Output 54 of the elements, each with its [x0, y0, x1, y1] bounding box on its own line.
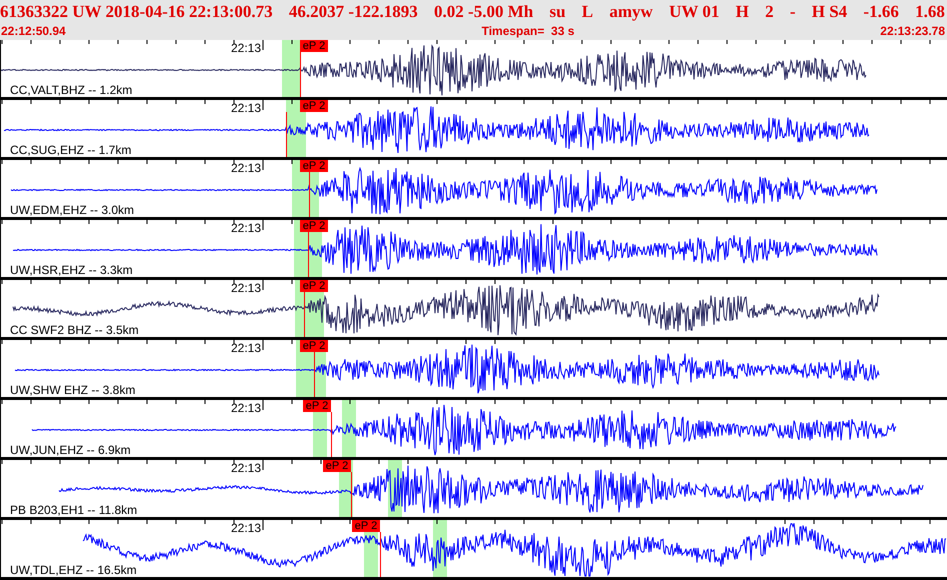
pick-window — [342, 400, 356, 457]
event-info-text: L — [582, 2, 594, 22]
time-label: 22:13 — [231, 101, 262, 115]
station-label: UW,SHW EHZ -- 3.8km — [10, 383, 136, 397]
event-info-text: su — [549, 2, 566, 22]
timespan-text: Timespan= 33 s — [482, 24, 574, 38]
pick-line — [351, 472, 352, 517]
time-label: 22:13 — [231, 461, 262, 475]
pick-label[interactable]: eP 2 — [352, 520, 380, 532]
event-info-text: -1.66 — [863, 2, 899, 22]
pick-line — [331, 412, 332, 457]
station-label: CC,VALT,BHZ -- 1.2km — [10, 83, 132, 97]
event-info-text: UW 01 — [669, 2, 720, 22]
time-label: 22:13 — [231, 281, 262, 295]
event-info-text: amyw — [609, 2, 653, 22]
station-label: UW,HSR,EHZ -- 3.3km — [10, 263, 133, 277]
time-label: 22:13 — [231, 41, 262, 55]
time-label: 22:13 — [231, 221, 262, 235]
event-info-text: H — [736, 2, 749, 22]
station-label: UW,TDL,EHZ -- 16.5km — [10, 563, 137, 577]
time-label: 22:13 — [231, 401, 262, 415]
event-info-text: 2 — [765, 2, 774, 22]
event-info-text: 1.68 — [915, 2, 945, 22]
end-time: 22:13:23.78 — [880, 24, 945, 38]
pick-window — [282, 40, 301, 97]
time-label: 22:13 — [231, 341, 262, 355]
pick-label[interactable]: eP 2 — [323, 460, 351, 472]
pick-line — [304, 292, 305, 337]
pick-line — [380, 532, 381, 577]
event-info-text: H S4 — [812, 2, 848, 22]
station-label: PB B203,EH1 -- 11.8km — [10, 503, 138, 517]
pick-line — [286, 112, 287, 157]
pick-label[interactable]: eP 2 — [300, 340, 328, 352]
station-label: UW,EDM,EHZ -- 3.0km — [10, 203, 134, 217]
pick-label[interactable]: eP 2 — [300, 100, 328, 112]
pick-label[interactable]: eP 2 — [303, 400, 331, 412]
pick-label[interactable]: eP 2 — [300, 40, 328, 52]
pick-label[interactable]: eP 2 — [300, 280, 328, 292]
event-info-text: 0.02 -5.00 Mh — [434, 2, 534, 22]
pick-line — [309, 172, 310, 217]
pick-line — [314, 352, 315, 397]
pick-line — [300, 52, 301, 97]
time-label: 22:13 — [231, 521, 262, 535]
event-info-text: - — [790, 2, 796, 22]
time-label: 22:13 — [231, 161, 262, 175]
event-info-text: 61363322 UW 2018-04-16 22:13:00.73 — [0, 2, 273, 22]
start-time: 22:12:50.94 — [1, 24, 66, 38]
pick-line — [308, 232, 309, 277]
station-label: UW,JUN,EHZ -- 6.9km — [10, 443, 131, 457]
station-label: CC SWF2 BHZ -- 3.5km — [10, 323, 139, 337]
event-info-text: 46.2037 -122.1893 — [288, 2, 418, 22]
station-label: CC,SUG,EHZ -- 1.7km — [10, 143, 132, 157]
pick-label[interactable]: eP 2 — [300, 220, 328, 232]
pick-label[interactable]: eP 2 — [300, 160, 328, 172]
